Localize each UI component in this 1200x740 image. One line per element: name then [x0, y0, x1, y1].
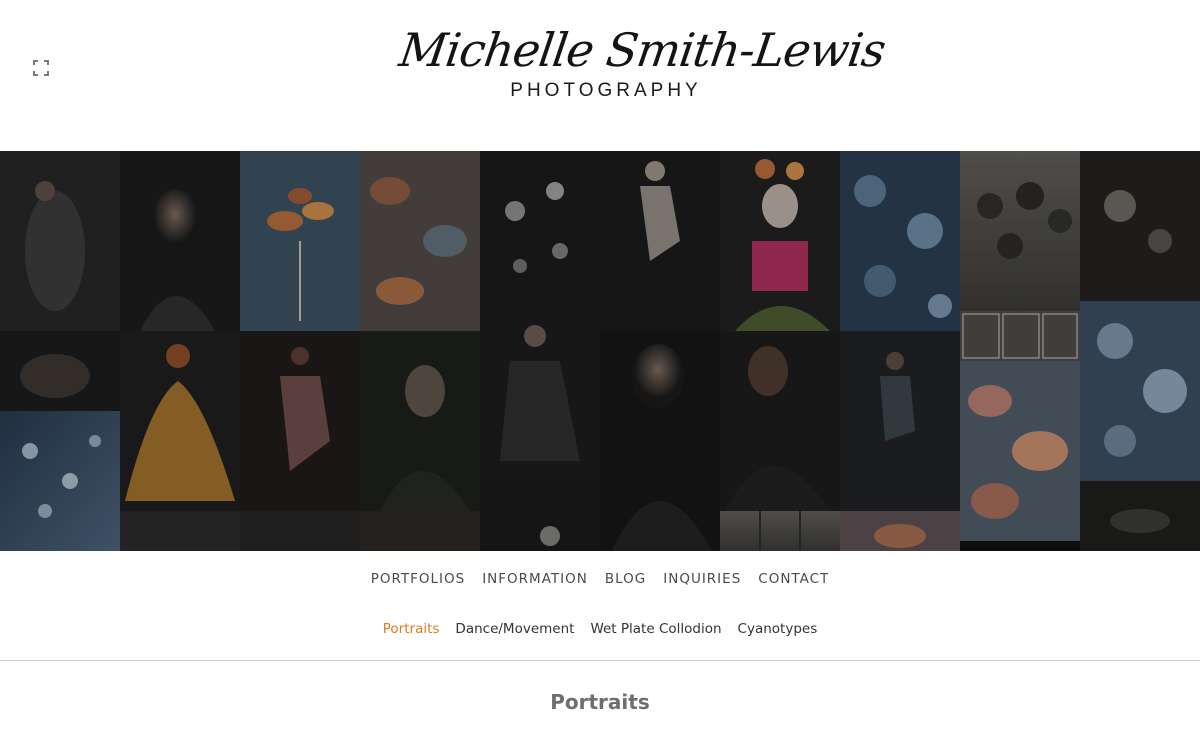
fullscreen-icon: [33, 60, 49, 76]
nav-information[interactable]: INFORMATION: [482, 571, 588, 591]
nav-inquiries[interactable]: INQUIRIES: [663, 571, 741, 591]
nav-portfolios[interactable]: PORTFOLIOS: [371, 571, 466, 591]
fullscreen-button[interactable]: [33, 60, 49, 76]
logo-subtitle: PHOTOGRAPHY: [510, 80, 702, 101]
mosaic-canvas: [0, 151, 1200, 551]
photo-mosaic: [0, 151, 1200, 551]
mosaic-dim-overlay: [0, 151, 1200, 551]
logo-script-text: Michelle Smith-Lewis: [396, 23, 889, 77]
nav-blog[interactable]: BLOG: [605, 571, 646, 591]
subnav-dance-movement[interactable]: Dance/Movement: [455, 621, 574, 641]
main-nav: PORTFOLIOS INFORMATION BLOG INQUIRIES CO…: [0, 571, 1200, 591]
subnav-wet-plate-collodion[interactable]: Wet Plate Collodion: [590, 621, 721, 641]
nav-contact[interactable]: CONTACT: [758, 571, 829, 591]
portfolio-sub-nav: Portraits Dance/Movement Wet Plate Collo…: [0, 621, 1200, 641]
page-title: Portraits: [550, 690, 650, 714]
site-logo[interactable]: Michelle Smith-Lewis PHOTOGRAPHY: [396, 20, 888, 120]
subnav-cyanotypes[interactable]: Cyanotypes: [738, 621, 818, 641]
section-divider: [0, 660, 1200, 661]
subnav-portraits[interactable]: Portraits: [383, 621, 440, 641]
